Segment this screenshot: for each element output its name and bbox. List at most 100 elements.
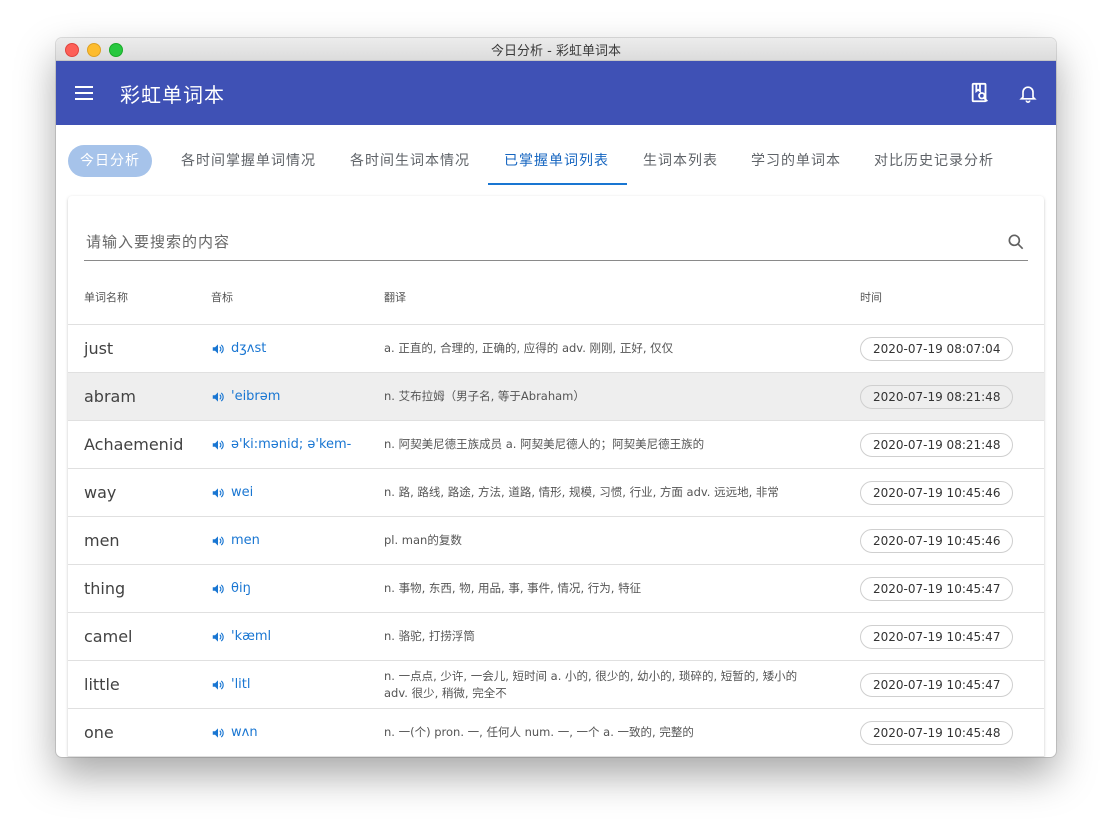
translation-cell: n. 阿契美尼德王族成员 a. 阿契美尼德人的；阿契美尼德王族的 — [384, 421, 824, 468]
phonetic-cell: wʌn — [211, 709, 258, 756]
window-titlebar: 今日分析 - 彩虹单词本 — [56, 38, 1056, 61]
tab-mastered-by-time[interactable]: 各时间掌握单词情况 — [181, 145, 316, 177]
phonetic-text[interactable]: men — [231, 533, 260, 548]
word-cell: camel — [84, 627, 133, 646]
table-row[interactable]: camel 'kæml n. 骆驼, 打捞浮筒 2020-07-19 10:45:47 — [68, 613, 1044, 661]
phonetic-text[interactable]: wei — [231, 485, 253, 500]
word-cell: Achaemenid — [84, 435, 184, 454]
table-row[interactable]: little 'litl n. 一点点, 少许, 一会儿, 短时间 a. 小的, 很… — [68, 661, 1044, 709]
translation-cell: a. 正直的, 合理的, 正确的, 应得的 adv. 刚刚, 正好, 仅仅 — [384, 325, 824, 372]
translation-cell: n. 事物, 东西, 物, 用品, 事, 事件, 情况, 行为, 特征 — [384, 565, 824, 612]
phonetic-text[interactable]: θiŋ — [231, 581, 251, 596]
window-title: 今日分析 - 彩虹单词本 — [491, 43, 621, 59]
volume-icon[interactable] — [211, 438, 225, 452]
search-bar — [84, 224, 1028, 261]
menu-icon[interactable] — [72, 81, 96, 105]
time-chip[interactable]: 2020-07-19 10:45:46 — [860, 481, 1014, 505]
word-cell: abram — [84, 387, 136, 406]
volume-icon[interactable] — [211, 390, 225, 404]
phonetic-cell: 'litl — [211, 661, 251, 708]
time-chip[interactable]: 2020-07-19 08:21:48 — [860, 385, 1014, 409]
volume-icon[interactable] — [211, 726, 225, 740]
active-tab-indicator — [488, 183, 627, 185]
phonetic-cell: ə'ki:mənid; ə'kem- — [211, 421, 351, 468]
tab-history-compare[interactable]: 对比历史记录分析 — [874, 145, 994, 177]
translation-text: n. 一点点, 少许, 一会儿, 短时间 a. 小的, 很少的, 幼小的, 琐碎… — [384, 668, 798, 700]
phonetic-cell: 'eibrəm — [211, 373, 280, 420]
translation-text: n. 事物, 东西, 物, 用品, 事, 事件, 情况, 行为, 特征 — [384, 581, 642, 595]
appbar-actions — [968, 81, 1040, 105]
table-row[interactable]: men men pl. man的复数 2020-07-19 10:45:46 — [68, 517, 1044, 565]
volume-icon[interactable] — [211, 678, 225, 692]
app-title: 彩虹单词本 — [120, 82, 225, 107]
tab-bar: 今日分析 各时间掌握单词情况 各时间生词本情况 已掌握单词列表 生词本列表 学习… — [56, 125, 1056, 197]
phonetic-text[interactable]: wʌn — [231, 725, 258, 740]
translation-cell: n. 路, 路线, 路途, 方法, 道路, 情形, 规模, 习惯, 行业, 方面… — [384, 469, 824, 516]
app-window: 今日分析 - 彩虹单词本 彩虹单词本 今日分析 各时间掌握单词情况 各时间生词本… — [56, 38, 1056, 757]
table-row[interactable]: thing θiŋ n. 事物, 东西, 物, 用品, 事, 事件, 情况, 行为,… — [68, 565, 1044, 613]
volume-icon[interactable] — [211, 630, 225, 644]
translation-cell: n. 骆驼, 打捞浮筒 — [384, 613, 824, 660]
phonetic-text[interactable]: ə'ki:mənid; ə'kem- — [231, 437, 351, 452]
time-chip[interactable]: 2020-07-19 08:21:48 — [860, 433, 1014, 457]
translation-text: n. 艾布拉姆（男子名, 等于Abraham） — [384, 389, 585, 403]
translation-text: pl. man的复数 — [384, 533, 462, 547]
phonetic-cell: wei — [211, 469, 253, 516]
time-chip[interactable]: 2020-07-19 10:45:46 — [860, 529, 1014, 553]
translation-text: n. 路, 路线, 路途, 方法, 道路, 情形, 规模, 习惯, 行业, 方面… — [384, 485, 779, 499]
book-search-icon[interactable] — [968, 81, 992, 105]
volume-icon[interactable] — [211, 534, 225, 548]
header-word[interactable]: 单词名称 — [84, 284, 128, 312]
word-cell: thing — [84, 579, 126, 598]
tab-study-books[interactable]: 学习的单词本 — [751, 145, 841, 177]
search-input[interactable] — [84, 232, 1004, 252]
zoom-window-button[interactable] — [109, 43, 123, 57]
phonetic-text[interactable]: 'eibrəm — [231, 389, 280, 404]
volume-icon[interactable] — [211, 342, 225, 356]
minimize-window-button[interactable] — [87, 43, 101, 57]
translation-text: a. 正直的, 合理的, 正确的, 应得的 adv. 刚刚, 正好, 仅仅 — [384, 341, 674, 355]
table-row[interactable]: one wʌn n. 一(个) pron. 一, 任何人 num. 一, 一个 a.… — [68, 709, 1044, 757]
header-time[interactable]: 时间 — [860, 284, 882, 312]
tab-today-analysis[interactable]: 今日分析 — [68, 145, 152, 177]
header-translation[interactable]: 翻译 — [384, 284, 406, 312]
volume-icon[interactable] — [211, 486, 225, 500]
word-cell: little — [84, 675, 120, 694]
bell-icon[interactable] — [1016, 81, 1040, 105]
phonetic-text[interactable]: 'litl — [231, 677, 251, 692]
time-chip[interactable]: 2020-07-19 10:45:47 — [860, 673, 1014, 697]
word-table-card: 单词名称 音标 翻译 时间 just dʒʌst a. 正直的, 合理的, 正确的,… — [68, 196, 1044, 757]
time-chip[interactable]: 2020-07-19 08:07:04 — [860, 337, 1014, 361]
table-row[interactable]: abram 'eibrəm n. 艾布拉姆（男子名, 等于Abraham） 2020-… — [68, 373, 1044, 421]
time-chip[interactable]: 2020-07-19 10:45:47 — [860, 577, 1014, 601]
tab-mastered-list[interactable]: 已掌握单词列表 — [504, 145, 609, 177]
table-header: 单词名称 音标 翻译 时间 — [68, 284, 1044, 325]
phonetic-text[interactable]: 'kæml — [231, 629, 271, 644]
time-chip[interactable]: 2020-07-19 10:45:48 — [860, 721, 1014, 745]
table-row[interactable]: way wei n. 路, 路线, 路途, 方法, 道路, 情形, 规模, 习惯, … — [68, 469, 1044, 517]
word-cell: way — [84, 483, 117, 502]
time-chip[interactable]: 2020-07-19 10:45:47 — [860, 625, 1014, 649]
translation-cell: n. 一(个) pron. 一, 任何人 num. 一, 一个 a. 一致的, … — [384, 709, 824, 756]
table-row[interactable]: Achaemenid ə'ki:mənid; ə'kem-n. 阿契美尼德王族成员… — [68, 421, 1044, 469]
phonetic-cell: men — [211, 517, 260, 564]
close-window-button[interactable] — [65, 43, 79, 57]
table-row[interactable]: just dʒʌst a. 正直的, 合理的, 正确的, 应得的 adv. 刚刚, … — [68, 325, 1044, 373]
phonetic-text[interactable]: dʒʌst — [231, 341, 266, 356]
word-cell: just — [84, 339, 114, 358]
tab-vocab-by-time[interactable]: 各时间生词本情况 — [350, 145, 470, 177]
word-cell: one — [84, 723, 114, 742]
header-phonetic[interactable]: 音标 — [211, 284, 233, 312]
tab-vocab-list[interactable]: 生词本列表 — [643, 145, 718, 177]
app-bar: 彩虹单词本 — [56, 61, 1056, 125]
phonetic-cell: θiŋ — [211, 565, 251, 612]
translation-cell: n. 艾布拉姆（男子名, 等于Abraham） — [384, 373, 824, 420]
volume-icon[interactable] — [211, 582, 225, 596]
traffic-lights — [65, 43, 123, 57]
translation-cell: n. 一点点, 少许, 一会儿, 短时间 a. 小的, 很少的, 幼小的, 琐碎… — [384, 661, 824, 708]
translation-cell: pl. man的复数 — [384, 517, 824, 564]
phonetic-cell: dʒʌst — [211, 325, 266, 372]
translation-text: n. 一(个) pron. 一, 任何人 num. 一, 一个 a. 一致的, … — [384, 725, 694, 739]
search-icon[interactable] — [1004, 230, 1028, 254]
translation-text: n. 阿契美尼德王族成员 a. 阿契美尼德人的；阿契美尼德王族的 — [384, 437, 705, 451]
